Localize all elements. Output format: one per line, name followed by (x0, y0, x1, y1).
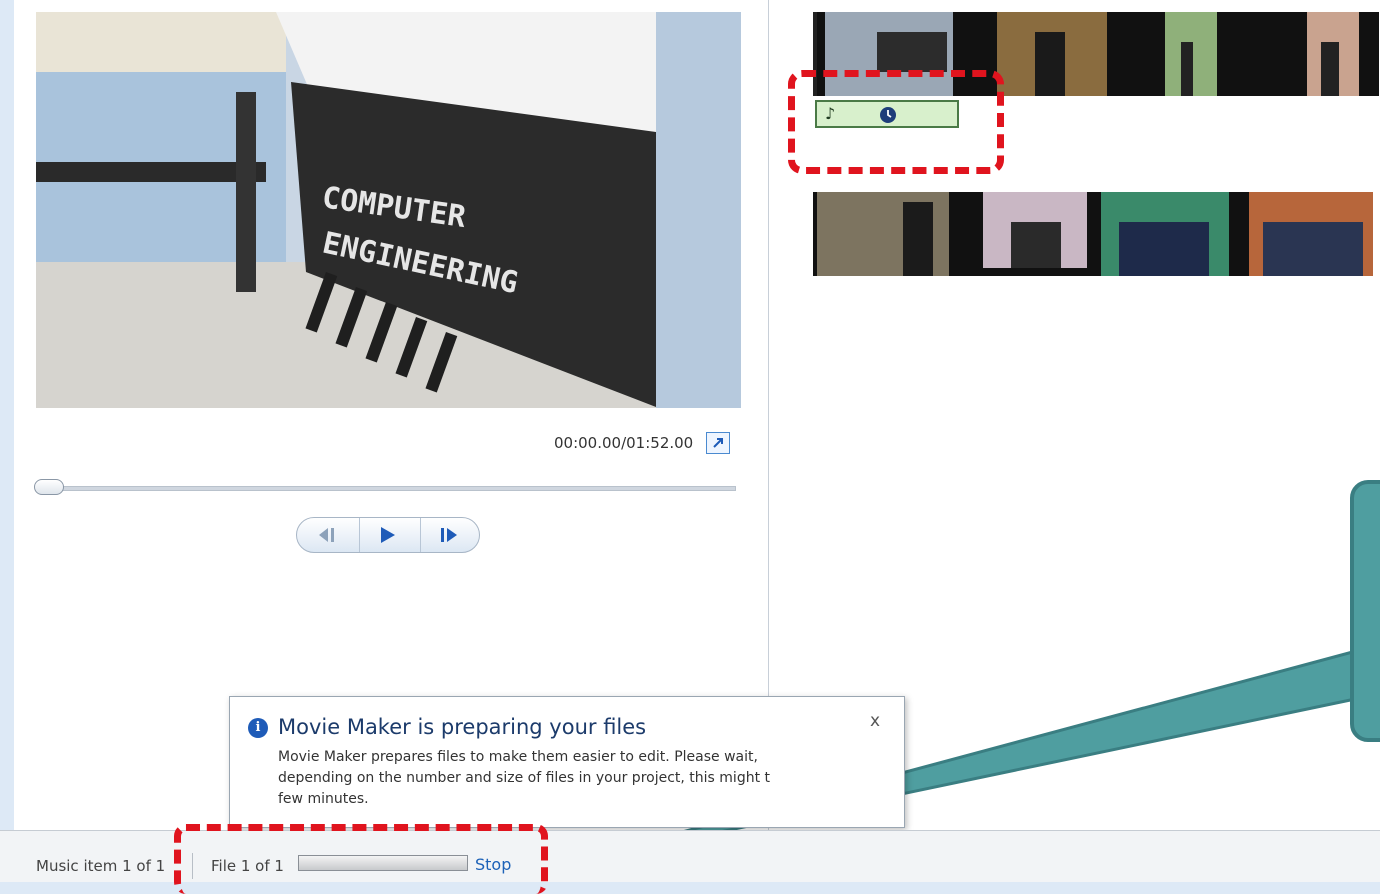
notification-body-text: Movie Maker prepares files to make them … (278, 749, 771, 786)
notification-title: Movie Maker is preparing your files (278, 715, 647, 739)
close-icon[interactable]: x (870, 711, 880, 731)
annotation-dashed-box (174, 824, 548, 894)
preparing-files-notification: i Movie Maker is preparing your files Mo… (229, 696, 905, 828)
callout-bubble (1350, 480, 1380, 742)
notification-body-line3: few minutes. (278, 791, 369, 807)
notification-body: Movie Maker prepares files to make them … (278, 747, 878, 810)
info-icon: i (248, 718, 268, 738)
music-item-status: Music item 1 of 1 (36, 857, 166, 875)
movie-maker-window: COMPUTER ENGINEERING 00:00.00/01:52.00 ♪… (0, 0, 1380, 894)
